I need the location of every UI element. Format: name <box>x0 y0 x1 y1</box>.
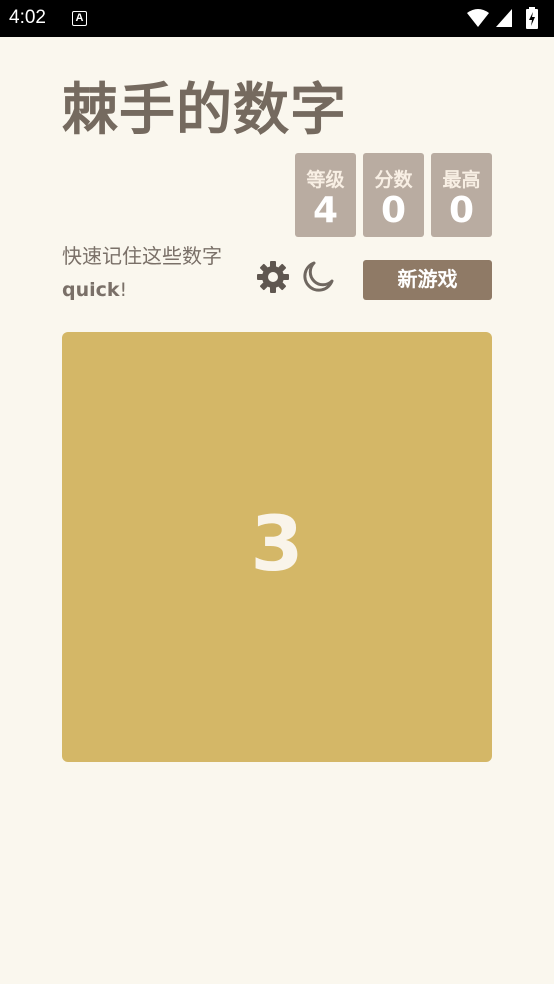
score-box: 分数 0 <box>363 153 424 237</box>
level-value: 4 <box>312 190 339 231</box>
score-value: 0 <box>380 190 407 231</box>
score-label: 分数 <box>374 169 413 191</box>
tagline-quick: quick! <box>62 279 127 301</box>
status-bar: 4:02 A <box>0 0 554 37</box>
best-box: 最高 0 <box>431 153 492 237</box>
moon-icon[interactable] <box>300 259 336 295</box>
level-label: 等级 <box>306 169 345 191</box>
status-time: 4:02 <box>9 7 46 28</box>
app-title: 棘手的数字 <box>62 78 347 143</box>
signal-icon <box>496 9 512 27</box>
level-box: 等级 4 <box>295 153 356 237</box>
new-game-button[interactable]: 新游戏 <box>363 260 492 300</box>
battery-icon <box>526 7 538 29</box>
tagline-quick-bold: quick <box>62 279 120 301</box>
tagline-quick-rest: ! <box>119 279 128 301</box>
tagline: 快速记住这些数字 <box>62 244 222 268</box>
board-number: 3 <box>250 499 304 588</box>
game-board[interactable]: 3 <box>62 332 492 762</box>
notification-icon: A <box>72 11 87 26</box>
best-value: 0 <box>448 190 475 231</box>
wifi-icon <box>467 9 489 27</box>
gear-icon[interactable] <box>255 259 291 295</box>
best-label: 最高 <box>442 169 481 191</box>
